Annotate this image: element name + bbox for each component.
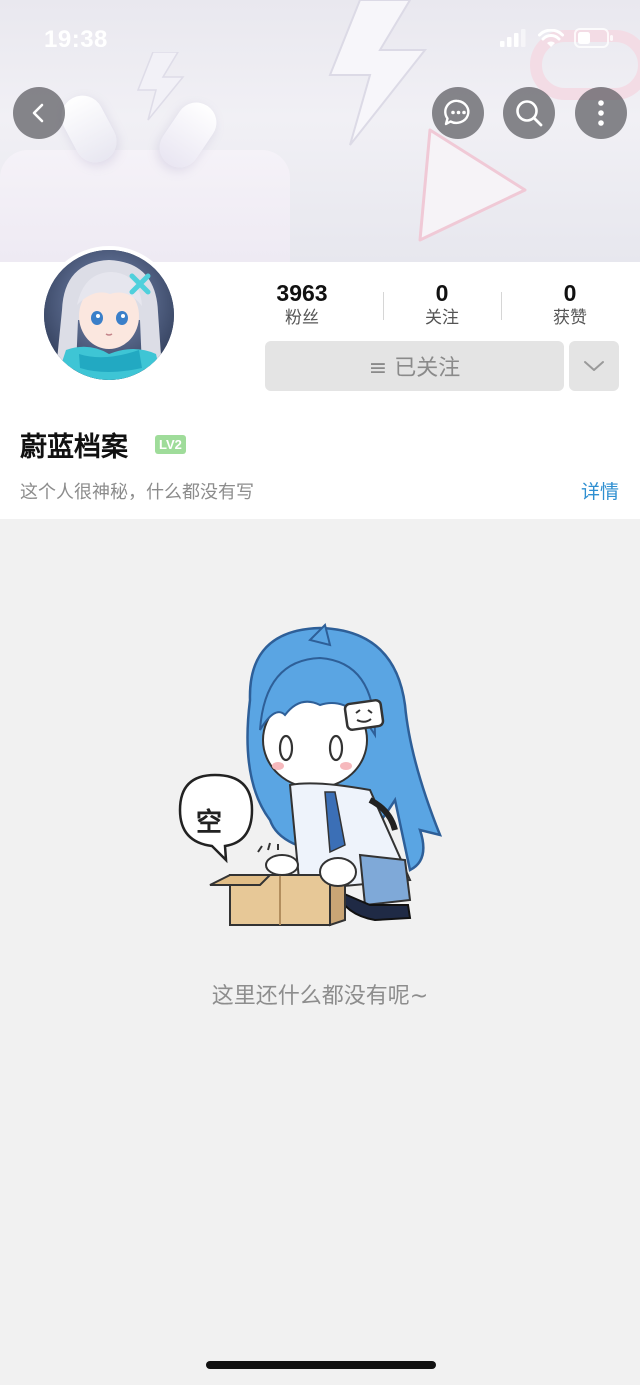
likes-count: 0	[563, 280, 577, 306]
followed-button-label: ≡ 已关注	[368, 356, 461, 381]
chevron-down-icon	[584, 361, 604, 371]
stat-following[interactable]: 0 关注	[372, 280, 512, 330]
likes-label: 获赞	[553, 308, 587, 328]
status-icons	[500, 28, 614, 48]
username: 蔚蓝档案	[20, 432, 128, 463]
stat-likes[interactable]: 0 获赞	[500, 280, 640, 330]
empty-state-illustration	[178, 623, 443, 927]
search-icon	[516, 100, 543, 127]
avatar[interactable]	[40, 246, 178, 384]
battery-icon	[574, 28, 613, 48]
followed-button[interactable]: ≡ 已关注	[265, 341, 564, 391]
details-link[interactable]: 详情	[581, 477, 619, 504]
profile-header: 3963 粉丝 0 关注 0 获赞 ≡ 已关注 蔚蓝档案 LV2 这个人很神秘，…	[0, 246, 640, 519]
play-decoration	[418, 128, 527, 242]
following-label: 关注	[425, 308, 459, 328]
vertical-dots-icon	[598, 100, 604, 126]
status-time: 19:38	[44, 26, 108, 53]
banner-decoration	[0, 150, 290, 262]
stat-fans[interactable]: 3963 粉丝	[232, 280, 372, 330]
message-button[interactable]	[432, 87, 484, 139]
fans-label: 粉丝	[285, 308, 319, 328]
avatar-image	[44, 250, 174, 380]
wifi-icon	[538, 28, 564, 47]
follow-options-button[interactable]	[569, 341, 619, 391]
fans-count: 3963	[276, 280, 328, 306]
more-button[interactable]	[575, 87, 627, 139]
home-indicator[interactable]	[206, 1361, 436, 1369]
chevron-left-icon	[32, 103, 44, 123]
empty-state-message: 这里还什么都没有呢~	[211, 984, 429, 1009]
level-badge: LV2	[155, 435, 186, 454]
chat-bubble-icon	[444, 99, 470, 126]
bio-text: 这个人很神秘，什么都没有写	[20, 482, 254, 503]
empty-bubble-text: 空	[196, 808, 223, 838]
back-button[interactable]	[13, 87, 65, 139]
bolt-decoration	[136, 52, 185, 121]
signal-icon	[500, 29, 526, 47]
profile-stats: 3963 粉丝 0 关注 0 获赞	[232, 280, 640, 330]
following-count: 0	[435, 280, 449, 306]
search-button[interactable]	[503, 87, 555, 139]
